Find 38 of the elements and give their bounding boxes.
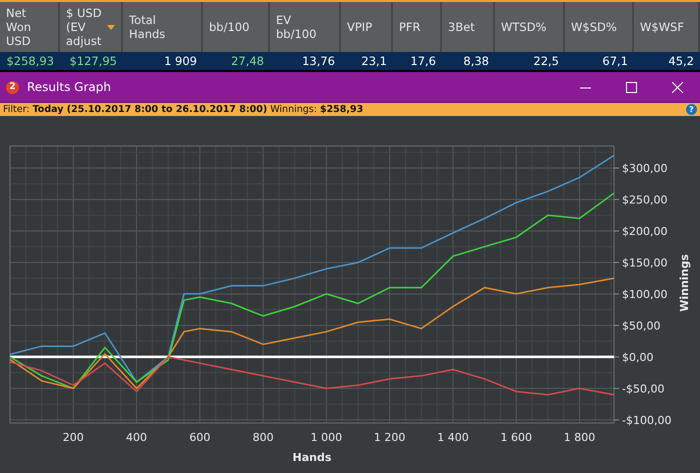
axis-title: Winnings bbox=[678, 254, 691, 312]
table-cell: 1 909 bbox=[164, 54, 197, 68]
axis-tick-label: $150,00 bbox=[622, 256, 668, 270]
axis-tick-label: $50,00 bbox=[622, 319, 660, 332]
table-cell: 13,76 bbox=[302, 54, 335, 68]
axis-tick-label: $0,00 bbox=[622, 350, 654, 364]
table-cell: 8,38 bbox=[463, 54, 489, 68]
table-cell: 27,48 bbox=[231, 54, 264, 68]
axis-tick-label: 600 bbox=[189, 431, 210, 444]
axis-tick-label: 1 400 bbox=[437, 431, 469, 444]
table-cell: 23,1 bbox=[361, 54, 387, 68]
help-button[interactable]: ? bbox=[686, 104, 697, 115]
axis-tick-label: 800 bbox=[252, 431, 274, 444]
table-cell: $127,95 bbox=[69, 54, 117, 68]
axis-tick-label: 200 bbox=[62, 431, 84, 444]
sort-caret-icon bbox=[107, 24, 115, 30]
axis-tick-label: $300,00 bbox=[622, 162, 668, 176]
axis-tick-label: 1 200 bbox=[374, 431, 406, 444]
axis-tick-label: -$100,00 bbox=[622, 414, 672, 427]
axis-tick-label: 1 800 bbox=[564, 431, 596, 444]
window-badge: 2 bbox=[6, 80, 19, 94]
axis-tick-label: $200,00 bbox=[622, 225, 668, 238]
table-cell: $258,93 bbox=[6, 54, 54, 68]
axis-title: Hands bbox=[292, 451, 332, 464]
axis-tick-label: $100,00 bbox=[622, 288, 668, 301]
window-title: Results Graph bbox=[27, 80, 112, 94]
table-cell: 45,2 bbox=[668, 54, 694, 68]
table-cell: 67,1 bbox=[602, 54, 628, 68]
filter-text: Filter: Today (25.10.2017 8:00 to 26.10.2017 8:00) Winnings: $258,93 bbox=[3, 104, 364, 115]
close-icon bbox=[672, 82, 682, 92]
axis-tick-label: 1 600 bbox=[500, 431, 532, 444]
maximize-icon bbox=[626, 82, 636, 92]
axis-tick-label: 1 000 bbox=[310, 431, 342, 444]
table-cell: 22,5 bbox=[533, 54, 559, 68]
axis-tick-label: 400 bbox=[126, 431, 148, 444]
axis-tick-label: -$50,00 bbox=[622, 382, 664, 396]
axis-tick-label: $250,00 bbox=[622, 194, 668, 206]
table-cell: 17,6 bbox=[410, 54, 436, 68]
